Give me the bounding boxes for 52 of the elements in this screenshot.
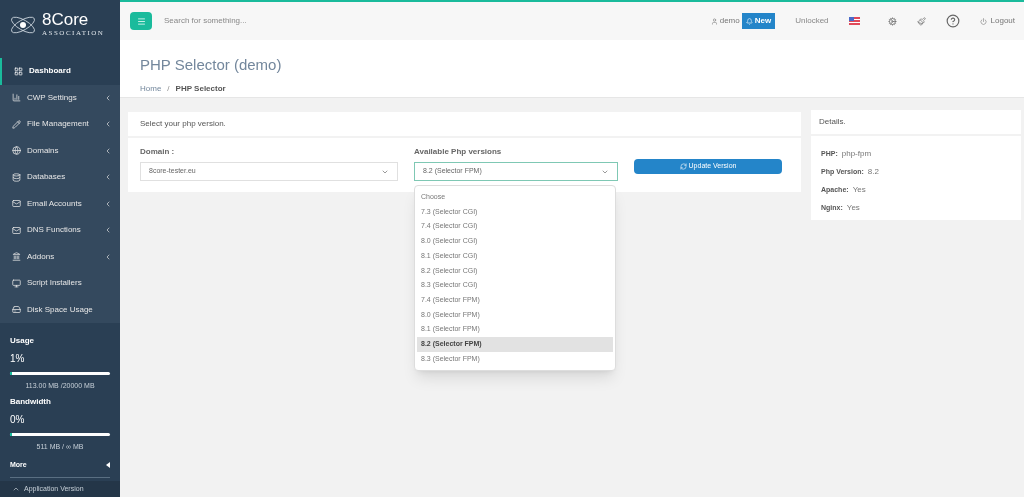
card-heading: Select your php version. [128,112,801,138]
sidebar-item[interactable]: DNS Functions [0,217,120,244]
bar-chart-icon [12,93,21,103]
sidebar-item[interactable]: Script Installers [0,270,120,297]
database-icon [12,172,21,182]
gears-icon[interactable] [887,16,897,26]
chevron-up-icon [12,485,20,493]
grid-icon [14,66,23,76]
meter-percent: 1% [10,352,26,366]
sidebar-item[interactable]: File Management [0,111,120,138]
monitor-icon [12,278,21,288]
detail-value: Yes [852,184,866,196]
drive-icon [12,305,21,315]
detail-value: 8.2 [867,166,879,178]
search-field[interactable]: Search for something... [164,15,364,27]
sidebar-item[interactable]: Databases [0,164,120,191]
globe-icon [12,146,21,156]
sidebar-item[interactable]: Disk Space Usage [0,296,120,323]
pencil-icon [12,119,21,129]
breadcrumb-link[interactable]: Home [140,82,162,95]
sidebar-item[interactable]: CWP Settings [0,84,120,111]
help-icon[interactable] [945,14,960,28]
domain-label: Domain : [140,146,176,158]
sidebar-item[interactable]: Addons [0,243,120,270]
envelope-icon [12,225,21,235]
user-name[interactable]: demo [719,15,740,27]
versions-label: Available Php versions [414,146,503,158]
detail-value: php-fpm [841,148,872,160]
new-badge[interactable]: New [741,13,776,29]
envelope-icon [12,199,21,209]
brush-icon[interactable] [916,16,926,26]
breadcrumb-separator: / [167,82,170,95]
logout-link[interactable]: Logout [990,15,1015,27]
caret-left-icon [106,462,110,469]
bank-icon [12,252,21,262]
menu-button[interactable] [130,12,152,30]
refresh-icon [679,163,687,170]
logo-name: 8Core [42,11,90,29]
page-title: PHP Selector (demo) [140,55,283,75]
user-icon [710,17,718,25]
meter-percent: 0% [10,412,26,427]
sidebar-item[interactable]: Email Accounts [0,190,120,217]
meter-label: Bandwidth [10,395,52,408]
meter-label: Usage [10,335,35,347]
card-heading: Details. [811,110,1021,136]
menu-icon [136,16,146,26]
unlocked-status: Unlocked [795,15,829,27]
breadcrumb-current: PHP Selector [175,82,226,95]
power-icon [979,17,987,25]
sidebar-item[interactable]: Domains [0,137,120,164]
flag-icon[interactable] [848,17,860,25]
detail-value: Yes [846,202,860,214]
